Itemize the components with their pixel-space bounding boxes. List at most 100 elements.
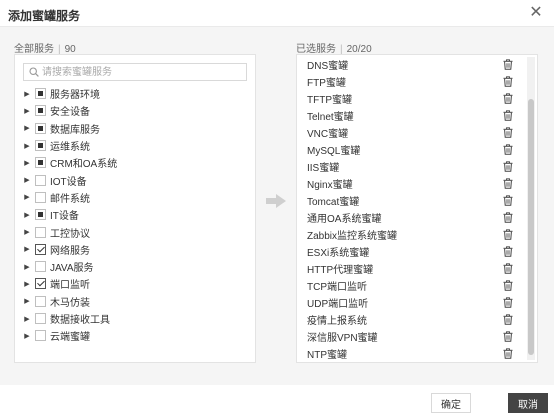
tree-item[interactable]: ▶ 数据库服务 (23, 120, 251, 137)
selected-service-row: MySQL蜜罐 (307, 141, 513, 158)
tree-item[interactable]: ▶ JAVA服务 (23, 258, 251, 275)
expand-caret-icon[interactable]: ▶ (23, 315, 31, 323)
search-box[interactable] (23, 63, 247, 81)
search-input[interactable] (42, 64, 242, 80)
tree-item-checkbox[interactable] (35, 191, 46, 203)
trash-icon[interactable] (503, 314, 513, 325)
selected-service-row: TCP端口监听 (307, 277, 513, 294)
tree-item-checkbox[interactable] (35, 295, 46, 307)
selected-service-row: Zabbix监控系统蜜罐 (307, 226, 513, 243)
selected-service-name: UDP端口监听 (307, 299, 369, 310)
trash-icon[interactable] (503, 297, 513, 308)
tree-item-checkbox[interactable] (35, 313, 46, 324)
tree-item[interactable]: ▶ 端口监听 (23, 275, 251, 292)
trash-icon[interactable] (503, 212, 513, 223)
trash-icon[interactable] (503, 76, 513, 87)
trash-icon[interactable] (503, 110, 513, 121)
tree-item-label: 运维系统 (50, 142, 90, 154)
trash-icon[interactable] (503, 331, 513, 342)
selected-service-name: IIS蜜罐 (307, 163, 340, 174)
expand-caret-icon[interactable]: ▶ (23, 280, 31, 288)
tree-item-checkbox[interactable] (35, 278, 46, 290)
selected-service-row: NTP蜜罐 (307, 345, 513, 362)
tree-item-label: 云端蜜罐 (50, 332, 90, 344)
selected-service-name: ESXi系统蜜罐 (307, 248, 370, 259)
tree-item-label: 木马仿装 (50, 297, 90, 309)
tree-item[interactable]: ▶ 网络服务 (23, 241, 251, 258)
expand-caret-icon[interactable]: ▶ (23, 263, 31, 271)
tree-item[interactable]: ▶ IT设备 (23, 206, 251, 223)
trash-icon[interactable] (503, 59, 513, 70)
selected-service-name: 通用OA系统蜜罐 (307, 214, 382, 225)
tree-item[interactable]: ▶ 数据接收工具 (23, 310, 251, 327)
trash-icon[interactable] (503, 144, 513, 155)
expand-caret-icon[interactable]: ▶ (23, 142, 31, 150)
dialog-title: 添加蜜罐服务 (8, 9, 81, 23)
tree-item-label: 数据库服务 (50, 124, 100, 136)
expand-caret-icon[interactable]: ▶ (23, 107, 31, 115)
trash-icon[interactable] (503, 161, 513, 172)
right-section-header: 已选服务 | 20/20 (296, 40, 372, 55)
close-icon[interactable]: ✕ (528, 5, 544, 21)
selected-service-name: DNS蜜罐 (307, 61, 349, 72)
expand-caret-icon[interactable]: ▶ (23, 159, 31, 167)
trash-icon[interactable] (503, 348, 513, 359)
tree-item-label: 端口监听 (50, 280, 90, 292)
trash-icon[interactable] (503, 280, 513, 291)
trash-icon[interactable] (503, 246, 513, 257)
selected-service-row: Tomcat蜜罐 (307, 192, 513, 209)
tree-item-checkbox[interactable] (35, 261, 46, 273)
trash-icon[interactable] (503, 93, 513, 104)
tree-item-checkbox[interactable] (35, 140, 46, 152)
confirm-button[interactable]: 确定 (431, 393, 471, 413)
expand-caret-icon[interactable]: ▶ (23, 90, 31, 98)
expand-caret-icon[interactable]: ▶ (23, 193, 31, 201)
tree-item-checkbox[interactable] (35, 174, 46, 186)
all-services-panel: ▶ 服务器环境 ▶ 安全设备 ▶ 数据库服务 ▶ 运维系统 ▶ CRM和OA系统 ▶ IOT设备 ▶ 邮件… (14, 54, 256, 363)
trash-icon[interactable] (503, 178, 513, 189)
trash-icon[interactable] (503, 195, 513, 206)
scrollbar[interactable] (527, 57, 535, 360)
selected-service-row: 深信服VPN蜜罐 (307, 328, 513, 345)
tree-item-checkbox[interactable] (35, 88, 46, 100)
tree-item[interactable]: ▶ CRM和OA系统 (23, 154, 251, 171)
tree-item[interactable]: ▶ 木马仿装 (23, 293, 251, 310)
tree-item-checkbox[interactable] (35, 243, 46, 255)
service-category-tree: ▶ 服务器环境 ▶ 安全设备 ▶ 数据库服务 ▶ 运维系统 ▶ CRM和OA系统 ▶ IOT设备 ▶ 邮件… (23, 85, 251, 344)
tree-item-checkbox[interactable] (35, 226, 46, 238)
tree-item-checkbox[interactable] (35, 330, 46, 342)
scrollbar-thumb[interactable] (528, 99, 534, 355)
selected-service-name: VNC蜜罐 (307, 129, 349, 140)
trash-icon[interactable] (503, 263, 513, 274)
tree-item-label: 邮件系统 (50, 193, 90, 205)
expand-caret-icon[interactable]: ▶ (23, 124, 31, 132)
tree-item[interactable]: ▶ 云端蜜罐 (23, 327, 251, 344)
tree-item-checkbox[interactable] (35, 122, 46, 134)
tree-item-checkbox[interactable] (35, 157, 46, 169)
cancel-button[interactable]: 取消 (508, 393, 548, 413)
tree-item[interactable]: ▶ IOT设备 (23, 171, 251, 188)
expand-caret-icon[interactable]: ▶ (23, 211, 31, 219)
tree-item[interactable]: ▶ 安全设备 (23, 102, 251, 119)
expand-caret-icon[interactable]: ▶ (23, 332, 31, 340)
expand-caret-icon[interactable]: ▶ (23, 176, 31, 184)
tree-item-label: JAVA服务 (50, 263, 94, 275)
selected-service-name: Telnet蜜罐 (307, 112, 354, 123)
selected-service-row: UDP端口监听 (307, 294, 513, 311)
left-section-header: 全部服务 | 90 (14, 40, 76, 55)
expand-caret-icon[interactable]: ▶ (23, 245, 31, 253)
tree-item-label: IT设备 (50, 211, 79, 223)
tree-item-checkbox[interactable] (35, 105, 46, 117)
dialog-footer: 确定 取消 (0, 385, 554, 417)
trash-icon[interactable] (503, 127, 513, 138)
tree-item[interactable]: ▶ 工控协议 (23, 223, 251, 240)
tree-item-label: 网络服务 (50, 245, 90, 257)
tree-item[interactable]: ▶ 运维系统 (23, 137, 251, 154)
trash-icon[interactable] (503, 229, 513, 240)
tree-item[interactable]: ▶ 邮件系统 (23, 189, 251, 206)
selected-service-row: TFTP蜜罐 (307, 90, 513, 107)
expand-caret-icon[interactable]: ▶ (23, 297, 31, 305)
expand-caret-icon[interactable]: ▶ (23, 228, 31, 236)
tree-item-checkbox[interactable] (35, 209, 46, 221)
tree-item[interactable]: ▶ 服务器环境 (23, 85, 251, 102)
